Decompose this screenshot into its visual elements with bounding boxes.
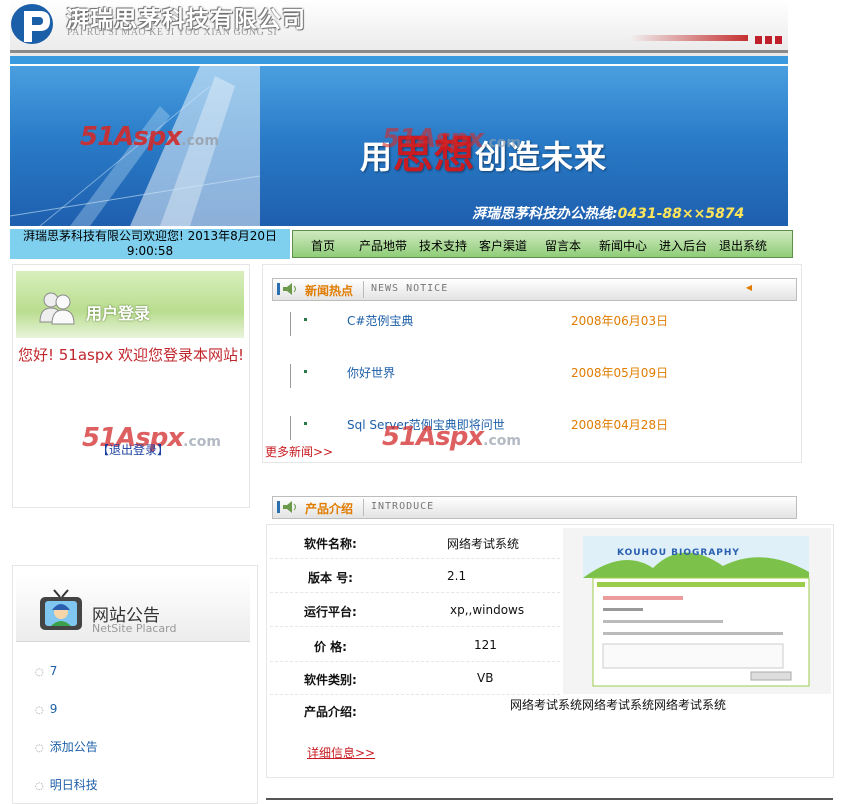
product-row: 价 格: 121 <box>270 628 560 662</box>
nav-news[interactable]: 新闻中心 <box>599 237 647 254</box>
product-row: 软件名称: 网络考试系统 <box>270 525 560 559</box>
product-row: 运行平台: xp,,windows <box>270 593 560 627</box>
welcome-message: 湃瑞思茅科技有限公司欢迎您! 2013年8月20日 9:00:58 <box>10 229 290 259</box>
product-label: 产品介绍: <box>304 705 357 719</box>
company-name-en: PAI RUI SI MAO KE JI YOU XIAN GONG SI <box>67 27 278 38</box>
product-section-subtitle: INTRODUCE <box>371 501 435 512</box>
nav-products[interactable]: 产品地带 <box>359 237 407 254</box>
company-logo-icon <box>11 4 53 44</box>
users-icon <box>39 292 75 325</box>
banner: 51Aspx.com 用思想创造未来 51Aspx.com 湃瑞思茅科技办公热线… <box>10 66 788 226</box>
product-description: 网络考试系统网络考试系统网络考试系统 <box>510 698 727 712</box>
product-row: 版本 号: 2.1 <box>270 559 560 593</box>
news-section-title: 新闻热点 <box>305 284 354 298</box>
bottom-divider <box>266 798 833 800</box>
news-date: 2008年06月03日 <box>571 314 669 328</box>
nav-guestbook[interactable]: 留言本 <box>545 237 581 254</box>
more-news-link[interactable]: 更多新闻>> <box>265 443 333 460</box>
product-value: 121 <box>474 638 497 652</box>
news-item[interactable]: C#范例宝典 2008年06月03日 <box>290 312 790 336</box>
main-nav: 首页 产品地带 技术支持 客户渠道 留言本 新闻中心 进入后台 退出系统 <box>292 230 793 258</box>
product-label: 运行平台: <box>304 605 357 619</box>
news-section-subtitle: NEWS NOTICE <box>371 283 449 294</box>
comment-icon: ◌ <box>35 781 44 792</box>
comment-icon: ◌ <box>35 743 44 754</box>
notice-item[interactable]: ◌ 明日科技 <box>35 776 98 793</box>
product-label: 软件类别: <box>304 673 357 687</box>
nav-home[interactable]: 首页 <box>311 237 335 254</box>
product-row: 软件类别: VB <box>270 661 560 695</box>
news-item[interactable]: Sql Server范例宝典即将问世 2008年04月28日 <box>290 416 790 440</box>
login-welcome-text: 您好! 51aspx 欢迎您登录本网站! <box>17 346 245 364</box>
product-label: 价 格: <box>314 640 347 654</box>
product-section-bar: 产品介绍 INTRODUCE <box>272 496 797 519</box>
news-title[interactable]: C#范例宝典 <box>347 312 413 329</box>
news-item[interactable]: 你好世界 2008年05月09日 <box>290 364 790 388</box>
product-detail-link[interactable]: 详细信息>> <box>307 744 375 761</box>
watermark-logo: 51Aspx.com <box>80 122 219 152</box>
product-image-caption: KOUHOU BIOGRAPHY <box>617 548 740 558</box>
nav-admin[interactable]: 进入后台 <box>659 237 707 254</box>
comment-icon: ◌ <box>35 667 44 678</box>
comment-icon: ◌ <box>35 705 44 716</box>
speaker-icon <box>277 283 296 295</box>
speaker-icon <box>277 501 296 513</box>
product-value: 2.1 <box>447 569 467 583</box>
logout-link[interactable]: 【退出登录】 <box>97 441 169 458</box>
news-title[interactable]: 你好世界 <box>347 364 395 381</box>
product-value: 网络考试系统 <box>447 537 520 551</box>
triangle-left-icon: ◀ <box>745 283 752 292</box>
hotline-text: 湃瑞思茅科技办公热线:0431-88××5874 <box>472 206 745 222</box>
product-label: 版本 号: <box>308 571 353 585</box>
notice-item[interactable]: ◌ 7 <box>35 664 57 678</box>
news-date: 2008年04月28日 <box>571 418 669 432</box>
login-title: 用户登录 <box>86 304 151 323</box>
product-value: VB <box>477 671 494 685</box>
banner-top-strip <box>10 56 788 64</box>
nav-channels[interactable]: 客户渠道 <box>479 237 527 254</box>
watermark-logo: 51Aspx.com <box>382 422 521 452</box>
header-divider <box>10 50 788 53</box>
nav-logout[interactable]: 退出系统 <box>719 237 767 254</box>
nav-support[interactable]: 技术支持 <box>419 237 467 254</box>
header-squares <box>755 33 785 47</box>
tv-icon <box>40 589 82 630</box>
notice-subtitle: NetSite Placard <box>92 622 177 635</box>
notice-item[interactable]: ◌ 添加公告 <box>35 738 98 755</box>
product-value: xp,,windows <box>450 603 525 617</box>
product-label: 软件名称: <box>304 537 357 551</box>
notice-item[interactable]: ◌ 9 <box>35 702 57 716</box>
product-screenshot[interactable]: KOUHOU BIOGRAPHY <box>563 528 831 694</box>
product-section-title: 产品介绍 <box>305 502 354 516</box>
news-section-bar: 新闻热点 NEWS NOTICE ◀ <box>272 278 797 301</box>
header-decoration <box>630 35 748 41</box>
news-date: 2008年05月09日 <box>571 366 669 380</box>
watermark-logo: 51Aspx.com <box>382 124 521 154</box>
